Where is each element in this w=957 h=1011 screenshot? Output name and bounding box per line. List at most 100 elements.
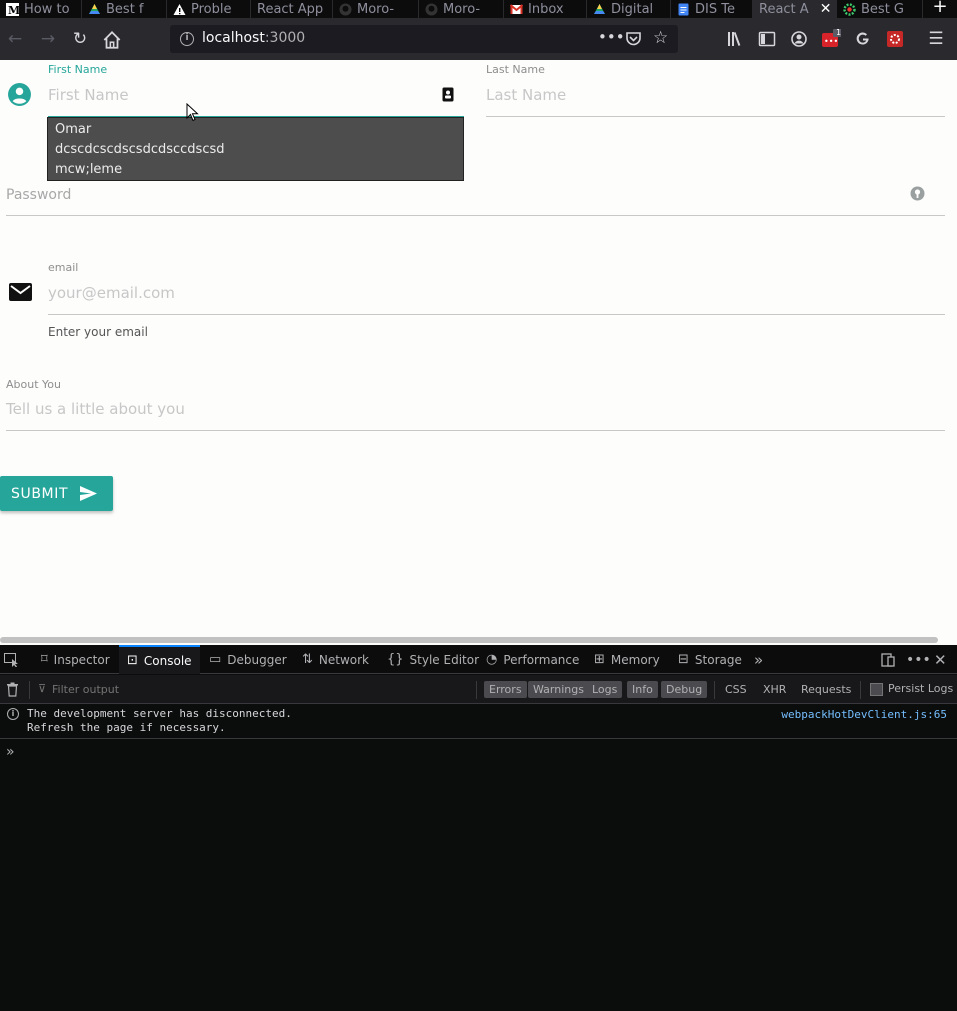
submit-label: SUBMIT xyxy=(11,486,69,502)
inspector-icon: ⌑ xyxy=(41,652,48,667)
last-name-input[interactable]: Last Name xyxy=(486,86,566,104)
devtools-tabbar: ⌑ Inspector ⊡ Console ▭ Debugger ⇅ Network {… xyxy=(0,645,957,674)
tab-storage[interactable]: ⊟ Storage xyxy=(676,645,744,674)
browser-tab[interactable]: Proble xyxy=(167,0,251,18)
autofill-contact-icon[interactable] xyxy=(442,87,454,102)
console-input-prompt[interactable]: » xyxy=(6,744,15,760)
tab-label: Moro- xyxy=(357,1,395,17)
tab-console[interactable]: ⊡ Console xyxy=(119,645,200,674)
extension-icon[interactable] xyxy=(885,29,905,49)
tab-label: Best f xyxy=(106,1,144,17)
first-name-input[interactable]: First Name xyxy=(48,86,129,104)
warning-icon xyxy=(173,3,186,15)
browser-tab[interactable]: Best G xyxy=(837,0,923,18)
tab-style-editor[interactable]: {} Style Editor xyxy=(385,645,481,674)
site-info-icon[interactable]: i xyxy=(180,32,194,46)
browser-tab[interactable]: M How to xyxy=(0,0,82,18)
filter-debug-button[interactable]: Debug xyxy=(661,681,708,698)
tab-performance[interactable]: ◔ Performance xyxy=(484,645,581,674)
page-content: First Name First Name Last Name Last Nam… xyxy=(0,60,957,635)
hamburger-menu-icon[interactable]: ☰ xyxy=(926,29,946,49)
url-text[interactable]: localhost:3000 xyxy=(202,30,305,46)
browser-tab[interactable]: Best f xyxy=(82,0,167,18)
reload-icon[interactable]: ↻ xyxy=(69,28,91,50)
github-icon xyxy=(425,3,438,15)
tab-label: React A xyxy=(759,1,809,17)
browser-tab[interactable]: DIS Te xyxy=(671,0,753,18)
tab-network[interactable]: ⇅ Network xyxy=(300,645,371,674)
forward-icon[interactable]: → xyxy=(37,28,59,50)
about-input[interactable]: Tell us a little about you xyxy=(6,400,185,418)
tab-label: Inbox xyxy=(528,1,564,17)
new-tab-button[interactable]: + xyxy=(923,0,957,18)
element-picker-icon[interactable] xyxy=(4,653,20,667)
pocket-icon[interactable] xyxy=(625,31,642,47)
last-name-underline xyxy=(486,116,945,117)
filter-logs-button[interactable]: Logs xyxy=(587,681,623,698)
console-message-text: The development server has disconnected. xyxy=(27,707,292,720)
info-icon: i xyxy=(7,708,19,720)
email-icon xyxy=(9,283,32,301)
library-icon[interactable] xyxy=(725,29,745,49)
google-icon[interactable] xyxy=(853,29,873,49)
devtools-options-icon[interactable]: ••• xyxy=(906,645,931,674)
filter-warnings-button[interactable]: Warnings xyxy=(528,681,589,698)
email-label: email xyxy=(48,261,79,274)
tab-label: Proble xyxy=(191,1,232,17)
filter-css-button[interactable]: CSS xyxy=(720,681,752,698)
browser-tab-active[interactable]: React A ✕ xyxy=(753,0,837,18)
filter-requests-button[interactable]: Requests xyxy=(796,681,856,698)
page-actions-icon[interactable]: ••• xyxy=(598,28,625,46)
console-source-link[interactable]: webpackHotDevClient.js:65 xyxy=(781,708,947,721)
autocomplete-option[interactable]: dcscdcscdscsdcdsccdscsd xyxy=(55,142,225,157)
browser-navbar: ← → ↻ i localhost:3000 ••• ☆ ••• 1 ☰ xyxy=(0,18,957,60)
autocomplete-option[interactable]: mcw;leme xyxy=(55,162,122,177)
extension-badge-icon[interactable]: ••• 1 xyxy=(821,28,842,49)
tab-memory[interactable]: ⊞ Memory xyxy=(592,645,662,674)
sidebar-icon[interactable] xyxy=(757,29,777,49)
url-bar[interactable]: i localhost:3000 ••• ☆ xyxy=(170,25,678,53)
account-icon[interactable] xyxy=(789,29,809,49)
password-generator-icon[interactable] xyxy=(909,185,926,202)
more-tabs-icon[interactable]: » xyxy=(754,645,763,674)
google-docs-icon xyxy=(678,3,689,15)
browser-tab[interactable]: Moro- xyxy=(333,0,419,18)
scrollbar-thumb[interactable] xyxy=(0,637,938,643)
filter-xhr-button[interactable]: XHR xyxy=(758,681,791,698)
autocomplete-option[interactable]: Omar xyxy=(55,122,91,137)
network-icon: ⇅ xyxy=(302,652,313,667)
filter-icon: ⊽ xyxy=(38,682,47,695)
tab-label: React App xyxy=(257,1,324,17)
browser-tab[interactable]: Moro- xyxy=(419,0,504,18)
persist-logs-checkbox[interactable] xyxy=(870,683,883,696)
close-devtools-icon[interactable]: ✕ xyxy=(934,645,947,674)
trash-icon[interactable] xyxy=(6,682,19,697)
account-circle-icon xyxy=(8,83,31,106)
tab-debugger[interactable]: ▭ Debugger xyxy=(207,645,289,674)
submit-button[interactable]: SUBMIT xyxy=(0,476,113,511)
password-input[interactable]: Password xyxy=(6,187,71,203)
horizontal-scrollbar[interactable] xyxy=(0,635,957,645)
tab-label: Best G xyxy=(861,1,904,17)
browser-tab[interactable]: Inbox xyxy=(504,0,587,18)
filter-info-button[interactable]: Info xyxy=(627,681,658,698)
responsive-mode-icon[interactable] xyxy=(881,645,896,674)
tab-inspector[interactable]: ⌑ Inspector xyxy=(37,645,114,674)
console-icon: ⊡ xyxy=(127,653,138,668)
bookmark-star-icon[interactable]: ☆ xyxy=(653,28,668,48)
console-message: i The development server has disconnecte… xyxy=(0,704,957,739)
performance-icon: ◔ xyxy=(486,652,498,667)
browser-tab[interactable]: Digital xyxy=(587,0,671,18)
svg-text:M: M xyxy=(8,4,19,16)
home-icon[interactable] xyxy=(101,29,123,51)
close-tab-icon[interactable]: ✕ xyxy=(820,1,832,17)
filter-errors-button[interactable]: Errors xyxy=(484,681,527,698)
filter-output-input[interactable]: Filter output xyxy=(52,683,119,696)
back-icon[interactable]: ← xyxy=(4,28,26,50)
tab-label: DIS Te xyxy=(695,1,735,17)
github-icon xyxy=(339,3,352,15)
memory-icon: ⊞ xyxy=(594,652,605,667)
browser-tab[interactable]: React App xyxy=(251,0,333,18)
tab-label: How to xyxy=(24,1,70,17)
email-input[interactable]: your@email.com xyxy=(48,284,175,302)
